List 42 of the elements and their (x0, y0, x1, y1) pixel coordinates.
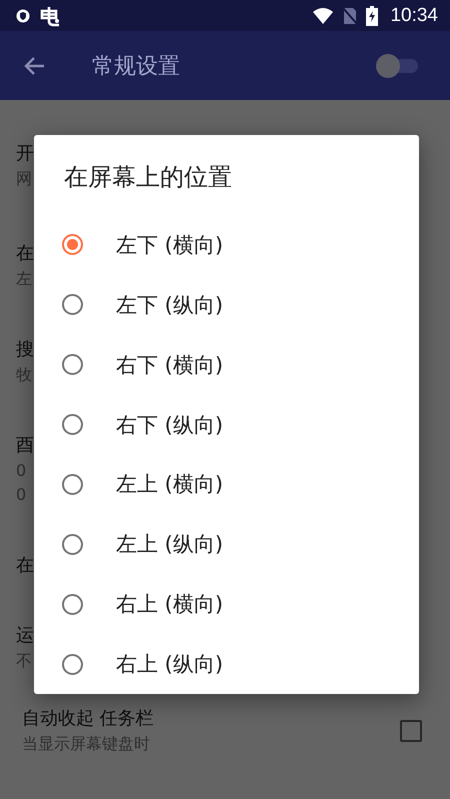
radio-option[interactable]: 左下 (纵向) (34, 274, 419, 335)
radio-button[interactable] (62, 294, 83, 316)
setting-title: 酉 (16, 434, 34, 458)
radio-button[interactable] (62, 474, 83, 495)
setting-title: 在 (16, 554, 34, 578)
setting-title: 在 (16, 242, 34, 266)
option-label: 右上 (横向) (116, 591, 224, 618)
radio-option[interactable]: 左下 (横向) (34, 214, 419, 275)
setting-title: 开 (16, 142, 34, 166)
setting-title: 自动收起 任务栏 (22, 707, 154, 731)
app-icon (38, 4, 62, 26)
option-label: 右下 (纵向) (116, 412, 224, 439)
no-sim-icon (342, 6, 358, 24)
radio-button[interactable] (62, 414, 83, 436)
radio-option[interactable]: 右下 (纵向) (34, 394, 419, 454)
setting-title: 运 (16, 624, 34, 648)
wifi-icon (312, 6, 334, 24)
radio-button[interactable] (62, 234, 83, 256)
option-label: 左下 (纵向) (116, 292, 224, 319)
checkbox[interactable] (400, 720, 422, 742)
back-arrow-icon[interactable] (24, 56, 46, 76)
radio-option[interactable]: 右上 (纵向) (34, 634, 419, 694)
toggle-switch[interactable] (376, 54, 420, 78)
dialog-title: 在屏幕上的位置 (63, 162, 233, 193)
option-label: 左上 (横向) (116, 471, 224, 498)
option-label: 右上 (纵向) (116, 651, 224, 678)
radio-button[interactable] (62, 654, 83, 675)
screen-title: 常规设置 (92, 52, 181, 80)
radio-option[interactable]: 右下 (横向) (34, 334, 419, 395)
option-label: 左下 (横向) (116, 232, 224, 259)
radio-button[interactable] (62, 354, 83, 376)
radio-button[interactable] (62, 534, 83, 555)
clock-time: 10:34 (390, 4, 438, 26)
option-label: 右下 (横向) (116, 352, 224, 379)
setting-title: 搜 (16, 338, 34, 362)
shield-icon (16, 8, 30, 22)
option-label: 左上 (纵向) (116, 531, 224, 558)
radio-button[interactable] (62, 594, 83, 615)
battery-charging-icon (366, 6, 378, 26)
radio-option[interactable]: 左上 (纵向) (34, 514, 419, 574)
radio-option[interactable]: 左上 (横向) (34, 454, 419, 514)
radio-option[interactable]: 右上 (横向) (34, 574, 419, 634)
